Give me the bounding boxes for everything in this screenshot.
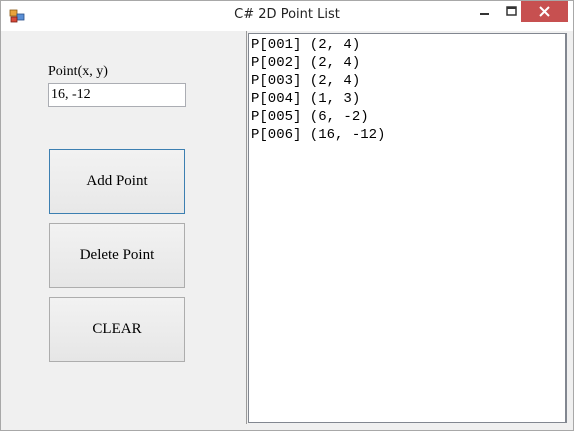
- list-item[interactable]: P[005] (6, -2): [251, 108, 563, 126]
- title-bar[interactable]: C# 2D Point List: [1, 1, 573, 31]
- list-item[interactable]: P[006] (16, -12): [251, 126, 563, 144]
- close-icon: [521, 6, 568, 26]
- list-item[interactable]: P[002] (2, 4): [251, 54, 563, 72]
- clear-button[interactable]: CLEAR: [49, 297, 185, 362]
- point-label: Point(x, y): [48, 64, 108, 79]
- point-list[interactable]: P[001] (2, 4) P[002] (2, 4) P[003] (2, 4…: [248, 33, 567, 423]
- list-item[interactable]: P[003] (2, 4): [251, 72, 563, 90]
- minimize-icon: [471, 10, 499, 27]
- list-item[interactable]: P[004] (1, 3): [251, 90, 563, 108]
- divider: [246, 31, 247, 424]
- client-area: Point(x, y) Add Point Delete Point CLEAR…: [8, 31, 567, 424]
- delete-point-button[interactable]: Delete Point: [49, 223, 185, 288]
- app-window: C# 2D Point List Point(x, y) 16, -12 Add…: [0, 0, 574, 431]
- add-point-button[interactable]: Add Point: [49, 149, 185, 214]
- list-item[interactable]: P[001] (2, 4): [251, 36, 563, 54]
- minimize-button[interactable]: [471, 1, 499, 23]
- point-input[interactable]: [48, 83, 186, 107]
- close-button[interactable]: [521, 1, 568, 22]
